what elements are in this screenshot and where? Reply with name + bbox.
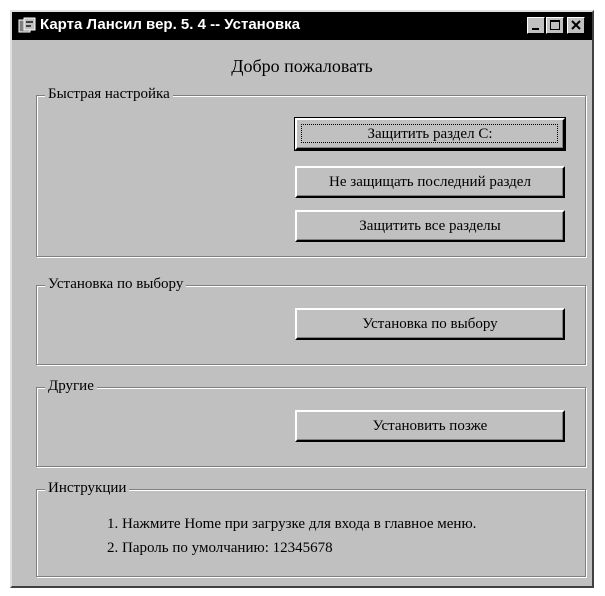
setup-app-icon[interactable]: [18, 17, 36, 35]
other-group: Другие Установить позже: [36, 378, 586, 467]
title-bar[interactable]: Карта Лансил вер. 5. 4 -- Установка: [12, 12, 592, 40]
minimize-icon: [532, 28, 539, 30]
instructions-group: Инструкции 1. Нажмите Home при загрузке …: [36, 480, 586, 577]
dont-protect-last-partition-button[interactable]: Не защищать последний раздел: [295, 166, 565, 198]
minimize-button[interactable]: [527, 17, 545, 34]
welcome-heading: Добро пожаловать: [231, 56, 373, 76]
close-icon: [571, 20, 581, 30]
install-later-button[interactable]: Установить позже: [295, 410, 565, 442]
instruction-line-2: 2. Пароль по умолчанию: 12345678: [107, 540, 333, 556]
setup-window: Карта Лансил вер. 5. 4 -- Установка Добр…: [10, 10, 594, 588]
custom-install-legend: Установка по выбору: [45, 276, 187, 293]
install-later-label: Установить позже: [372, 417, 488, 434]
protect-drive-c-button[interactable]: Защитить раздел С:: [294, 117, 566, 151]
focus-rectangle: [301, 124, 558, 143]
window-title: Карта Лансил вер. 5. 4 -- Установка: [40, 16, 300, 33]
instruction-line-1: 1. Нажмите Home при загрузке для входа в…: [107, 516, 477, 532]
protect-all-partitions-button[interactable]: Защитить все разделы: [295, 210, 565, 242]
quick-setup-legend: Быстрая настройка: [45, 86, 173, 103]
instructions-legend: Инструкции: [45, 480, 130, 497]
custom-install-group: Установка по выбору Установка по выбору: [36, 276, 586, 365]
custom-install-button[interactable]: Установка по выбору: [295, 308, 565, 340]
close-button[interactable]: [567, 17, 585, 34]
maximize-button[interactable]: [546, 17, 564, 34]
protect-all-partitions-label: Защитить все разделы: [359, 217, 501, 234]
maximize-icon: [550, 20, 560, 30]
quick-setup-group: Быстрая настройка Защитить раздел С: Не …: [36, 86, 586, 257]
custom-install-label: Установка по выбору: [362, 315, 498, 332]
other-legend: Другие: [45, 378, 97, 395]
dont-protect-last-partition-label: Не защищать последний раздел: [329, 173, 531, 190]
